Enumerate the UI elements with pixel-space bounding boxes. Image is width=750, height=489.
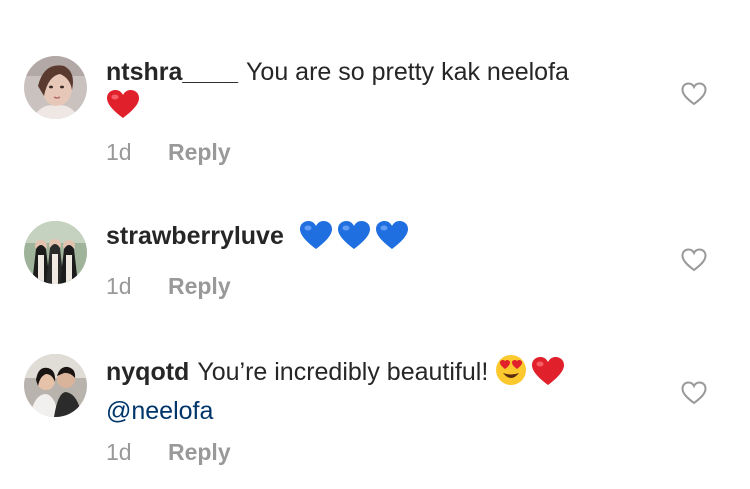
- avatar[interactable]: [24, 221, 87, 284]
- avatar[interactable]: [24, 56, 87, 119]
- reply-button[interactable]: Reply: [168, 273, 231, 300]
- heart-eyes-face-icon: [495, 354, 527, 395]
- avatar[interactable]: [24, 354, 87, 417]
- comment-timestamp: 1d: [106, 139, 132, 165]
- comment-meta: 1d Reply: [106, 273, 231, 300]
- red-heart-icon: [106, 89, 140, 128]
- heart-outline-icon[interactable]: [681, 248, 707, 272]
- comment-timestamp: 1d: [106, 439, 132, 465]
- reply-button[interactable]: Reply: [168, 139, 231, 166]
- red-heart-icon: [531, 356, 565, 395]
- comment-text: ntshra____ You are so pretty kak neelofa: [106, 56, 646, 128]
- comment-text: strawberryluve: [106, 220, 646, 259]
- mention-link[interactable]: @neelofa: [106, 397, 213, 425]
- blue-heart-icon: [299, 220, 333, 259]
- comment-meta: 1d Reply: [106, 139, 231, 166]
- comment-meta: 1d Reply: [106, 439, 231, 466]
- heart-outline-icon[interactable]: [681, 82, 707, 106]
- comment-text: nyqotd You’re incredibly beautiful! @neel…: [106, 354, 646, 428]
- blue-heart-icon: [337, 220, 371, 259]
- heart-outline-icon[interactable]: [681, 381, 707, 405]
- comment-timestamp: 1d: [106, 273, 132, 299]
- comment-body: You’re incredibly beautiful!: [197, 358, 489, 386]
- blue-heart-icon: [375, 220, 409, 259]
- reply-button[interactable]: Reply: [168, 439, 231, 466]
- comment-username[interactable]: nyqotd: [106, 358, 189, 386]
- comment-username[interactable]: ntshra____: [106, 58, 238, 86]
- comment-username[interactable]: strawberryluve: [106, 222, 284, 250]
- comment-body: You are so pretty kak neelofa: [246, 58, 569, 86]
